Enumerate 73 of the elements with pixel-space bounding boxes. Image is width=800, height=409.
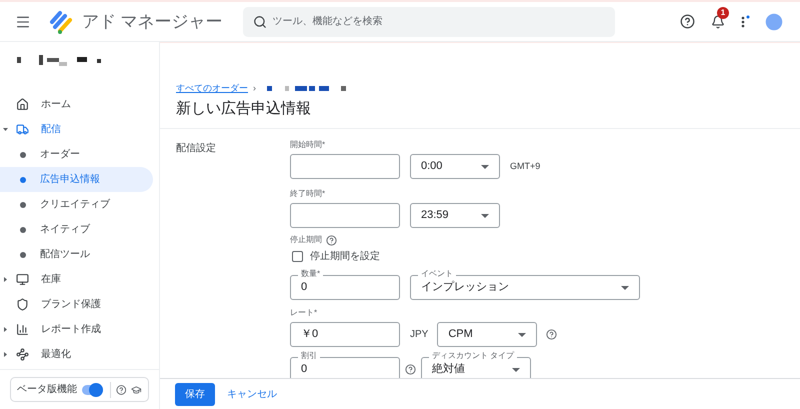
caret-icon xyxy=(2,352,8,357)
sidebar-item[interactable]: 最適化 xyxy=(0,342,159,367)
nav-icon xyxy=(16,273,29,286)
sidebar-item[interactable]: レポート作成 xyxy=(0,317,159,342)
field-label: ディスカウント タイプ xyxy=(429,351,518,361)
sidebar-subitem[interactable]: 配信ツール xyxy=(0,242,153,267)
app-name: アド マネージャー xyxy=(82,10,223,33)
sidebar-item[interactable]: 配信 xyxy=(0,117,159,142)
nav-icon xyxy=(16,323,29,336)
bullet-icon xyxy=(20,252,26,258)
sidebar-item[interactable]: ホーム xyxy=(0,92,159,117)
help-icon[interactable] xyxy=(116,384,126,396)
field-label: レート* xyxy=(290,307,318,319)
bullet-icon xyxy=(20,176,26,182)
search-field[interactable]: ツール、機能などを検索 xyxy=(242,6,615,36)
help-icon[interactable] xyxy=(326,234,337,246)
dropdown-arrow-icon xyxy=(512,368,520,372)
section-title: 配信設定 xyxy=(176,142,217,156)
sidebar-item[interactable]: 在庫 xyxy=(0,267,159,292)
select-field[interactable]: 0:00 xyxy=(410,154,500,179)
field-label: 終了時間* xyxy=(290,188,326,200)
input-field[interactable]: ￥0 xyxy=(290,322,400,347)
sidebar-item[interactable]: ブランド保護 xyxy=(0,292,159,317)
select-field[interactable]: インプレッション xyxy=(410,275,640,300)
bullet-icon xyxy=(20,152,26,158)
nav-icon xyxy=(16,98,29,111)
field-label: 停止期間 xyxy=(290,234,322,246)
school-icon[interactable] xyxy=(131,384,142,396)
sidebar-subitem[interactable]: ネイティブ xyxy=(0,217,153,242)
logo-icon xyxy=(48,8,74,34)
beta-label: ベータ版機能 xyxy=(17,382,77,397)
search-icon xyxy=(252,14,267,28)
search-input[interactable]: ツール、機能などを検索 xyxy=(272,14,605,29)
dropdown-arrow-icon xyxy=(621,286,629,290)
nav-icon xyxy=(16,123,29,136)
sidebar-subitem[interactable]: オーダー xyxy=(0,142,153,167)
field-label: 数量* xyxy=(298,269,324,279)
bullet-icon xyxy=(20,226,26,232)
breadcrumb-separator: › xyxy=(253,82,256,95)
help-icon[interactable] xyxy=(405,364,416,375)
field-label: 開始時間* xyxy=(290,139,326,151)
save-button[interactable]: 保存 xyxy=(175,382,215,406)
timezone-label: GMT+9 xyxy=(510,160,540,173)
notification-badge: 1 xyxy=(717,6,729,18)
dropdown-arrow-icon xyxy=(481,214,489,218)
bullet-icon xyxy=(20,202,26,208)
dropdown-arrow-icon xyxy=(481,164,489,168)
date-field[interactable] xyxy=(290,154,400,179)
checkbox[interactable] xyxy=(292,251,303,262)
nav-icon xyxy=(16,298,29,311)
notification-bell-icon[interactable] xyxy=(711,14,725,28)
nav-icon xyxy=(16,348,29,361)
page-title: 新しい広告申込情報 xyxy=(176,98,312,118)
field-label: イベント xyxy=(418,269,456,279)
currency-label: JPY xyxy=(410,328,428,342)
breadcrumb-link[interactable]: すべてのオーダー xyxy=(176,82,248,96)
caret-icon xyxy=(2,327,8,332)
sidebar-subitem[interactable]: クリエイティブ xyxy=(0,192,153,217)
help-icon[interactable] xyxy=(546,329,558,340)
menu-icon[interactable] xyxy=(15,14,31,30)
apps-menu-icon[interactable] xyxy=(741,14,751,28)
checkbox-label: 停止期間を設定 xyxy=(310,250,380,264)
select-field[interactable]: 23:59 xyxy=(410,203,500,228)
date-field[interactable] xyxy=(290,203,400,228)
sidebar-subitem[interactable]: 広告申込情報 xyxy=(0,167,153,192)
caret-icon xyxy=(2,127,8,132)
field-label: 割引 xyxy=(298,351,320,361)
dropdown-arrow-icon xyxy=(518,332,526,336)
help-icon[interactable] xyxy=(680,14,695,29)
cancel-button[interactable]: キャンセル xyxy=(225,386,279,402)
toggle-switch[interactable] xyxy=(82,384,104,394)
caret-icon xyxy=(2,277,8,282)
select-field[interactable]: CPM xyxy=(437,322,538,347)
